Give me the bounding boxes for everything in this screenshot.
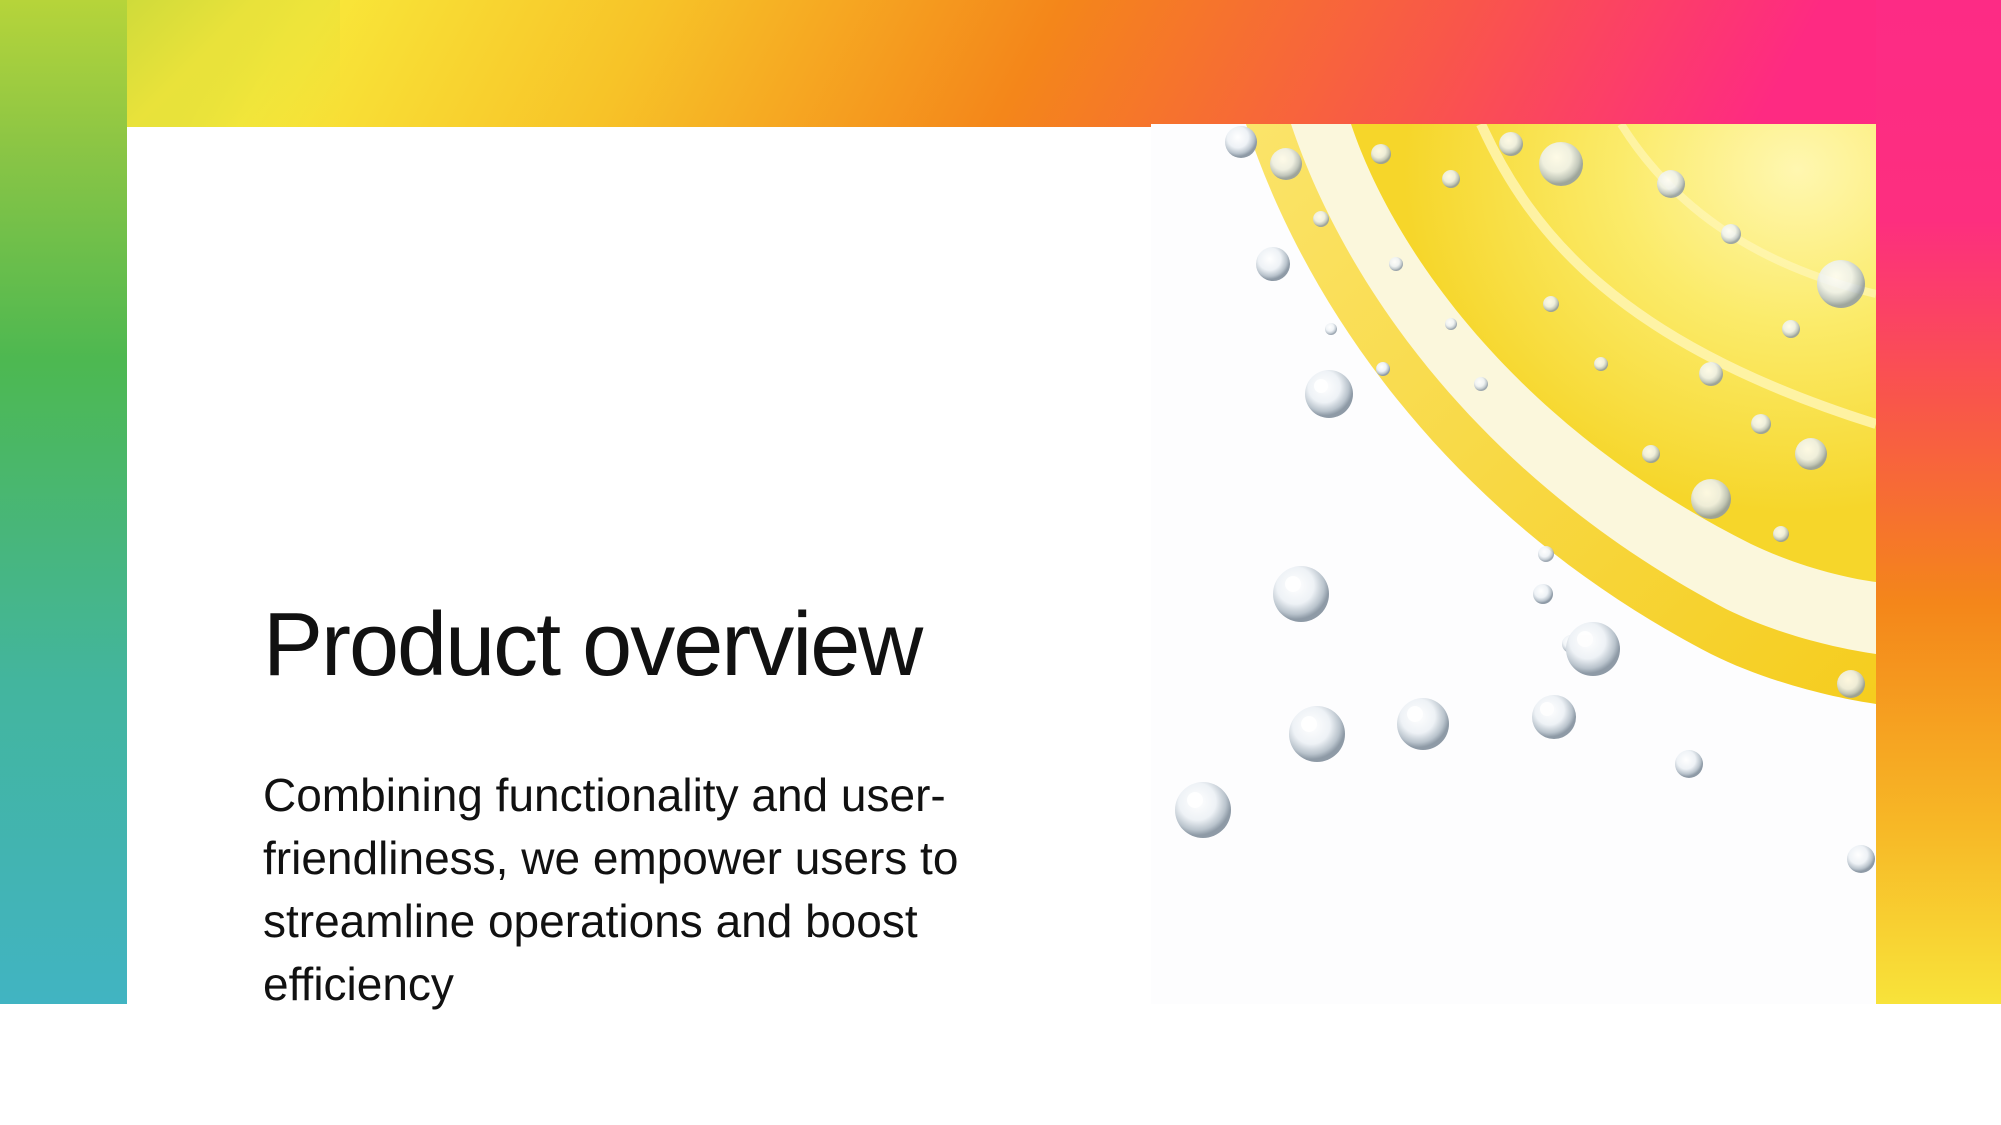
bottom-strip: [0, 1004, 2001, 1125]
gradient-frame-right-edge: [1876, 0, 2001, 1004]
slide: Product overview Combining functionality…: [0, 0, 2001, 1125]
lemon-bubbles-illustration: [1151, 124, 1876, 1004]
slide-body-text: Combining functionality and user-friendl…: [263, 769, 959, 1010]
slide-title: Product overview: [263, 595, 923, 695]
lemon-slice-image: [1151, 124, 1876, 1004]
gradient-frame-left-edge: [0, 0, 127, 1004]
